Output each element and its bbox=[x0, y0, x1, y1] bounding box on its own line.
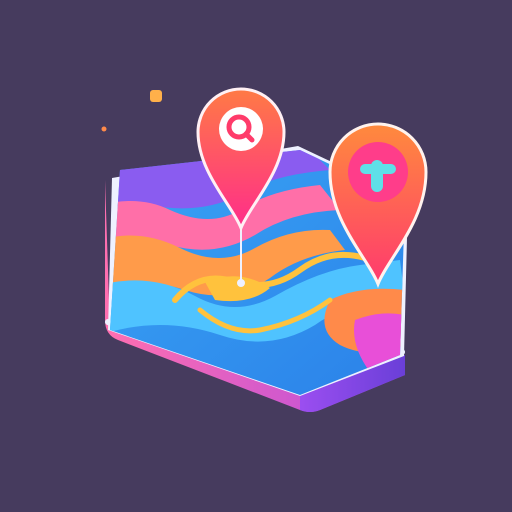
pin-anchor bbox=[237, 279, 245, 287]
map-tile-icon bbox=[101, 87, 428, 412]
confetti-square bbox=[150, 90, 162, 102]
pin-badge bbox=[219, 107, 263, 151]
app-icon-canvas bbox=[0, 0, 512, 512]
confetti-dot bbox=[101, 126, 107, 132]
